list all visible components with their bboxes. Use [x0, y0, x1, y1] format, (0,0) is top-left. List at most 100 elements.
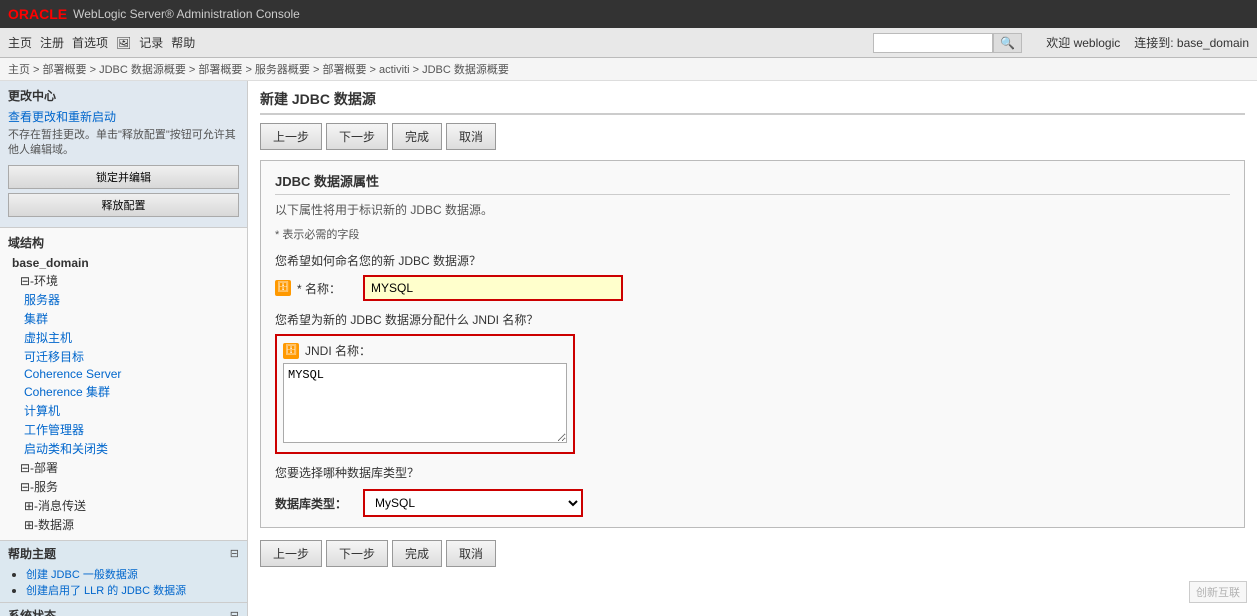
oracle-text: ORACLE	[8, 6, 67, 22]
tree-item-startup[interactable]: 启动类和关闭类	[8, 439, 239, 458]
domain-structure-title: 域结构	[8, 234, 239, 251]
oracle-logo: ORACLE	[8, 6, 67, 22]
question-jndi: 您希望为新的 JDBC 数据源分配什么 JNDI 名称？	[275, 311, 1230, 328]
sidebar: 更改中心 查看更改和重新启动 不存在暂挂更改。单击"释放配置"按钮可允许其他人编…	[0, 81, 248, 616]
tree-item-coherence-cluster[interactable]: Coherence 集群	[8, 382, 239, 401]
tree-link-servers[interactable]: 服务器	[24, 293, 60, 307]
header: ORACLE WebLogic Server® Administration C…	[0, 0, 1257, 28]
tree-item-servers[interactable]: 服务器	[8, 290, 239, 309]
help-item-2: 创建启用了 LLR 的 JDBC 数据源	[26, 582, 239, 598]
tree-item-clusters[interactable]: 集群	[8, 309, 239, 328]
help-section-header: 帮助主题 ⊟	[8, 545, 239, 562]
tree-link-machines[interactable]: 计算机	[24, 404, 60, 418]
search-button[interactable]: 🔍	[993, 33, 1022, 53]
change-center-title: 更改中心	[8, 87, 239, 104]
page-title: 新建 JDBC 数据源	[260, 89, 1245, 115]
prev-button-bottom[interactable]: 上一步	[260, 540, 322, 567]
dbtype-label: 数据库类型：	[275, 495, 355, 512]
bottom-button-row: 上一步 下一步 完成 取消	[260, 540, 1245, 567]
breadcrumb: 主页 > 部署概要 > JDBC 数据源概要 > 部署概要 > 服务器概要 > …	[0, 58, 1257, 81]
cancel-button-top[interactable]: 取消	[446, 123, 496, 150]
finish-button-top[interactable]: 完成	[392, 123, 442, 150]
tree-item-env: ⊟-环境	[8, 271, 239, 290]
watermark: 创新互联	[1189, 581, 1247, 603]
jndi-textarea[interactable]: MYSQL	[283, 363, 567, 443]
welcome-text: 欢迎 weblogic	[1046, 34, 1120, 51]
search-input[interactable]	[873, 33, 993, 53]
help-link-1[interactable]: 创建 JDBC 一般数据源	[26, 569, 138, 581]
tree-link-clusters[interactable]: 集群	[24, 312, 48, 326]
help-section: 帮助主题 ⊟ 创建 JDBC 一般数据源 创建启用了 LLR 的 JDBC 数据…	[0, 541, 247, 603]
connected-text: 连接到: base_domain	[1134, 34, 1249, 51]
next-button-bottom[interactable]: 下一步	[326, 540, 388, 567]
prev-button-top[interactable]: 上一步	[260, 123, 322, 150]
tree-item-datasource[interactable]: ⊞-数据源	[8, 515, 239, 534]
nav-record-icon: 🖼	[116, 36, 131, 50]
tree-item-deploy: ⊟-部署	[8, 458, 239, 477]
tree-link-vhosts[interactable]: 虚拟主机	[24, 331, 72, 345]
tree-item-messaging[interactable]: ⊞-消息传送	[8, 496, 239, 515]
watermark-box: 创新互联	[1189, 581, 1247, 603]
form-desc: 以下属性将用于标识新的 JDBC 数据源。	[275, 201, 1230, 218]
change-center-desc: 不存在暂挂更改。单击"释放配置"按钮可允许其他人编辑域。	[8, 128, 239, 159]
tree-link-coherence-cluster[interactable]: Coherence 集群	[24, 385, 110, 399]
system-status-header: 系统状态 ⊟	[8, 607, 239, 616]
jndi-label-text: JNDI 名称：	[305, 342, 371, 359]
navbar: 主页 注册 首选项 🖼 记录 帮助 🔍 欢迎 weblogic 连接到: bas…	[0, 28, 1257, 58]
nav-help[interactable]: 帮助	[171, 34, 195, 51]
tree-item-workmanager[interactable]: 工作管理器	[8, 420, 239, 439]
change-center-link[interactable]: 查看更改和重新启动	[8, 108, 239, 125]
search-bar: 🔍	[873, 33, 1022, 53]
db-icon-name: 🗄	[275, 280, 291, 296]
lock-edit-button[interactable]: 锁定并编辑	[8, 165, 239, 189]
help-list: 创建 JDBC 一般数据源 创建启用了 LLR 的 JDBC 数据源	[8, 566, 239, 598]
system-status-collapse-button[interactable]: ⊟	[230, 609, 239, 616]
top-button-row: 上一步 下一步 完成 取消	[260, 123, 1245, 150]
help-title: 帮助主题	[8, 545, 56, 562]
cancel-button-bottom[interactable]: 取消	[446, 540, 496, 567]
jdbc-section-title: JDBC 数据源属性	[275, 171, 1230, 195]
finish-button-bottom[interactable]: 完成	[392, 540, 442, 567]
header-title: WebLogic Server® Administration Console	[73, 7, 300, 21]
tree-item-migratable[interactable]: 可迁移目标	[8, 347, 239, 366]
nav-preferences[interactable]: 首选项	[72, 34, 108, 51]
tree-item-coherence-server[interactable]: Coherence Server	[8, 366, 239, 382]
question-dbtype: 您要选择哪种数据库类型？	[275, 464, 1230, 481]
domain-structure: 域结构 base_domain ⊟-环境 服务器 集群 虚拟主机 可迁移目标 C…	[0, 228, 247, 541]
content-area: 新建 JDBC 数据源 上一步 下一步 完成 取消 JDBC 数据源属性 以下属…	[248, 81, 1257, 616]
jndi-row: 🗄 JNDI 名称： MYSQL	[275, 334, 1230, 454]
tree-item-services: ⊟-服务	[8, 477, 239, 496]
dbtype-select[interactable]: MySQL Oracle MS SQL Server Sybase Derby …	[363, 489, 583, 517]
jdbc-properties-section: JDBC 数据源属性 以下属性将用于标识新的 JDBC 数据源。 * 表示必需的…	[260, 160, 1245, 528]
nav-register[interactable]: 注册	[40, 34, 64, 51]
help-link-2[interactable]: 创建启用了 LLR 的 JDBC 数据源	[26, 585, 186, 597]
tree-link-migratable[interactable]: 可迁移目标	[24, 350, 84, 364]
release-config-button[interactable]: 释放配置	[8, 193, 239, 217]
system-status-title: 系统状态	[8, 607, 56, 616]
tree-item-machines[interactable]: 计算机	[8, 401, 239, 420]
tree-item-vhosts[interactable]: 虚拟主机	[8, 328, 239, 347]
name-row: 🗄 * 名称：	[275, 275, 1230, 301]
help-collapse-button[interactable]: ⊟	[230, 547, 239, 560]
tree-root: base_domain	[8, 255, 239, 271]
db-icon-jndi: 🗄	[283, 343, 299, 359]
jndi-label-row: 🗄 JNDI 名称：	[283, 342, 567, 359]
name-input[interactable]	[363, 275, 623, 301]
tree-link-workmanager[interactable]: 工作管理器	[24, 423, 84, 437]
domain-tree: base_domain ⊟-环境 服务器 集群 虚拟主机 可迁移目标 Coher…	[8, 255, 239, 534]
question-name: 您希望如何命名您的新 JDBC 数据源？	[275, 252, 1230, 269]
required-note: * 表示必需的字段	[275, 226, 1230, 242]
next-button-top[interactable]: 下一步	[326, 123, 388, 150]
nav-record[interactable]: 记录	[139, 34, 163, 51]
name-label-text: * 名称：	[297, 280, 341, 297]
change-center: 更改中心 查看更改和重新启动 不存在暂挂更改。单击"释放配置"按钮可允许其他人编…	[0, 81, 247, 228]
dbtype-row: 数据库类型： MySQL Oracle MS SQL Server Sybase…	[275, 489, 1230, 517]
system-status-section: 系统状态 ⊟ 正在运行的服务器的健康状况	[0, 603, 247, 616]
main-layout: 更改中心 查看更改和重新启动 不存在暂挂更改。单击"释放配置"按钮可允许其他人编…	[0, 81, 1257, 616]
jndi-box: 🗄 JNDI 名称： MYSQL	[275, 334, 575, 454]
name-label: 🗄 * 名称：	[275, 280, 355, 297]
help-item-1: 创建 JDBC 一般数据源	[26, 566, 239, 582]
nav-home[interactable]: 主页	[8, 34, 32, 51]
tree-link-coherence-server[interactable]: Coherence Server	[24, 367, 121, 381]
tree-link-startup[interactable]: 启动类和关闭类	[24, 442, 108, 456]
